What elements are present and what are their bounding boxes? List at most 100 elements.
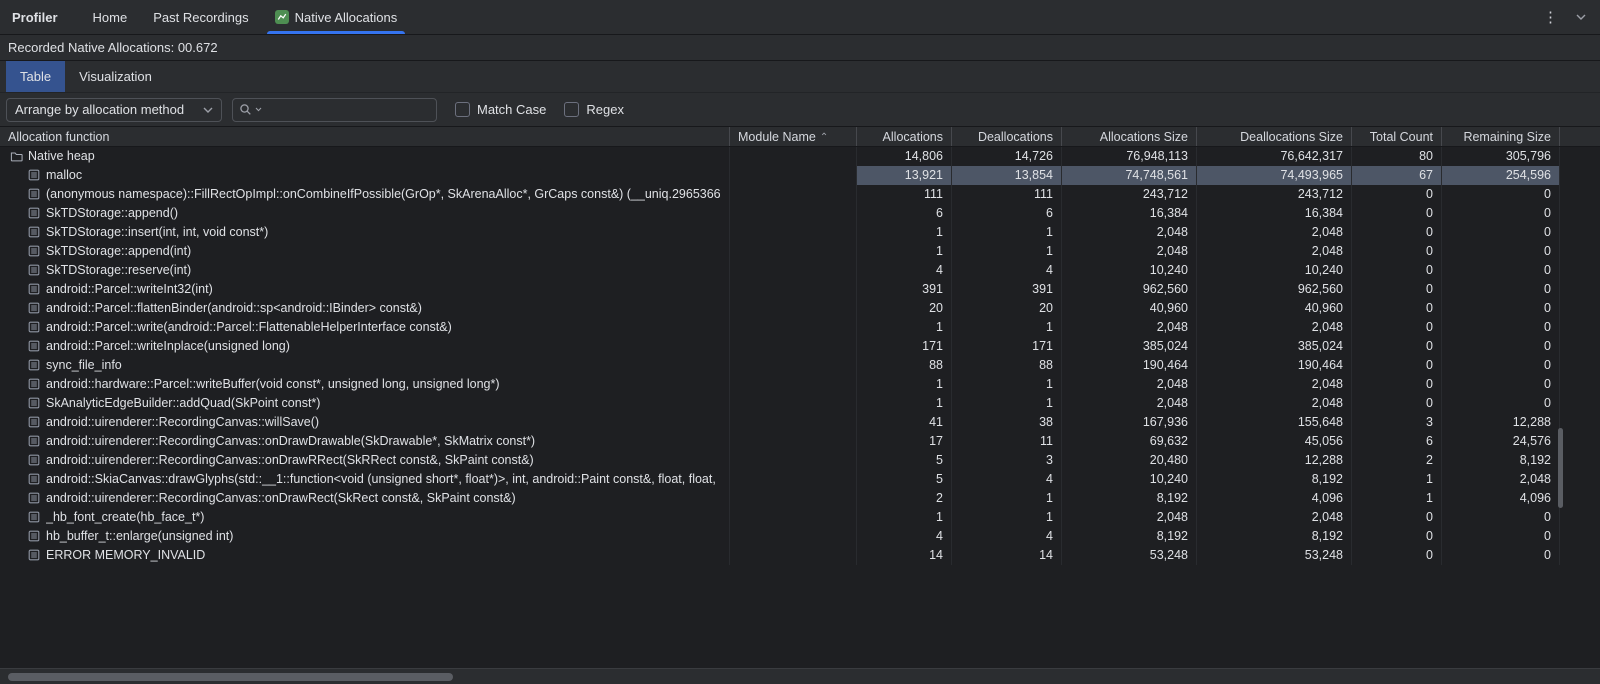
- horizontal-scrollbar-thumb[interactable]: [8, 673, 453, 681]
- table-row[interactable]: android::uirenderer::RecordingCanvas::on…: [0, 432, 1600, 451]
- search-field[interactable]: [232, 98, 437, 122]
- total-count-cell: 1: [1352, 470, 1442, 489]
- column-header-module-name[interactable]: Module Name⌃: [730, 127, 857, 146]
- table-row[interactable]: SkAnalyticEdgeBuilder::addQuad(SkPoint c…: [0, 394, 1600, 413]
- column-header-allocations-size[interactable]: Allocations Size: [1062, 127, 1197, 146]
- table-row[interactable]: (anonymous namespace)::FillRectOpImpl::o…: [0, 185, 1600, 204]
- deallocations-cell: 1: [952, 508, 1062, 527]
- top-tab-past-recordings[interactable]: Past Recordings: [140, 0, 261, 34]
- allocations-size-cell: 74,748,561: [1062, 166, 1197, 185]
- total-count-cell: 0: [1352, 223, 1442, 242]
- search-input[interactable]: [265, 102, 430, 117]
- column-header-total-count[interactable]: Total Count: [1352, 127, 1442, 146]
- allocations-cell: 2: [857, 489, 952, 508]
- table-row[interactable]: SkTDStorage::insert(int, int, void const…: [0, 223, 1600, 242]
- table-row[interactable]: android::Parcel::writeInt32(int)39139196…: [0, 280, 1600, 299]
- module-name-cell: [730, 261, 857, 280]
- arrange-by-dropdown[interactable]: Arrange by allocation method: [6, 98, 222, 122]
- recorded-status: Recorded Native Allocations: 00.672: [0, 35, 1600, 61]
- allocation-function-cell: android::Parcel::writeInt32(int): [0, 280, 730, 299]
- table-row[interactable]: android::uirenderer::RecordingCanvas::on…: [0, 489, 1600, 508]
- column-header-filler: [1560, 127, 1600, 146]
- total-count-cell: 3: [1352, 413, 1442, 432]
- vertical-scrollbar-thumb[interactable]: [1558, 428, 1563, 508]
- table-row[interactable]: SkTDStorage::append()6616,38416,38400: [0, 204, 1600, 223]
- table-row[interactable]: android::Parcel::write(android::Parcel::…: [0, 318, 1600, 337]
- remaining-size-cell: 4,096: [1442, 489, 1560, 508]
- allocations-size-cell: 2,048: [1062, 223, 1197, 242]
- column-header-label: Deallocations: [978, 130, 1053, 144]
- row-filler-cell: [1560, 223, 1600, 242]
- view-tab-visualization[interactable]: Visualization: [65, 61, 166, 92]
- total-count-cell: 0: [1352, 242, 1442, 261]
- remaining-size-cell: 0: [1442, 185, 1560, 204]
- module-name-cell: [730, 451, 857, 470]
- deallocations-size-cell: 76,642,317: [1197, 147, 1352, 166]
- table-row[interactable]: android::SkiaCanvas::drawGlyphs(std::__1…: [0, 470, 1600, 489]
- allocation-function-cell: android::Parcel::flattenBinder(android::…: [0, 299, 730, 318]
- table-row[interactable]: android::Parcel::writeInplace(unsigned l…: [0, 337, 1600, 356]
- module-name-cell: [730, 546, 857, 565]
- table-row[interactable]: Native heap14,80614,72676,948,11376,642,…: [0, 147, 1600, 166]
- module-name-cell: [730, 489, 857, 508]
- deallocations-cell: 11: [952, 432, 1062, 451]
- remaining-size-cell: 12,288: [1442, 413, 1560, 432]
- remaining-size-cell: 8,192: [1442, 451, 1560, 470]
- top-tab-native-allocations[interactable]: Native Allocations: [262, 0, 411, 34]
- allocations-size-cell: 20,480: [1062, 451, 1197, 470]
- table-row[interactable]: android::uirenderer::RecordingCanvas::on…: [0, 451, 1600, 470]
- view-tab-table[interactable]: Table: [6, 61, 65, 92]
- regex-checkbox[interactable]: Regex: [564, 102, 624, 117]
- table-row[interactable]: SkTDStorage::reserve(int)4410,24010,2400…: [0, 261, 1600, 280]
- remaining-size-cell: 0: [1442, 356, 1560, 375]
- allocation-function-cell: malloc: [0, 166, 730, 185]
- table-row[interactable]: android::Parcel::flattenBinder(android::…: [0, 299, 1600, 318]
- remaining-size-cell: 0: [1442, 318, 1560, 337]
- table-row[interactable]: SkTDStorage::append(int)112,0482,04800: [0, 242, 1600, 261]
- top-tab-home[interactable]: Home: [80, 0, 141, 34]
- more-options-icon[interactable]: ⋮: [1543, 10, 1558, 25]
- allocation-function-name: SkAnalyticEdgeBuilder::addQuad(SkPoint c…: [46, 394, 320, 413]
- column-header-remaining-size[interactable]: Remaining Size: [1442, 127, 1560, 146]
- deallocations-size-cell: 45,056: [1197, 432, 1352, 451]
- chevron-down-icon[interactable]: [1574, 10, 1588, 24]
- table-row[interactable]: malloc13,92113,85474,748,56174,493,96567…: [0, 166, 1600, 185]
- column-header-deallocations-size[interactable]: Deallocations Size: [1197, 127, 1352, 146]
- deallocations-cell: 4: [952, 527, 1062, 546]
- deallocations-size-cell: 2,048: [1197, 242, 1352, 261]
- deallocations-size-cell: 12,288: [1197, 451, 1352, 470]
- table-row[interactable]: _hb_font_create(hb_face_t*)112,0482,0480…: [0, 508, 1600, 527]
- allocation-function-cell: android::uirenderer::RecordingCanvas::on…: [0, 489, 730, 508]
- module-name-cell: [730, 147, 857, 166]
- native-allocations-task-icon: [275, 10, 289, 24]
- table-row[interactable]: ERROR MEMORY_INVALID141453,24853,24800: [0, 546, 1600, 565]
- match-case-checkbox[interactable]: Match Case: [455, 102, 546, 117]
- allocation-function-name: _hb_font_create(hb_face_t*): [46, 508, 204, 527]
- allocations-cell: 20: [857, 299, 952, 318]
- deallocations-size-cell: 16,384: [1197, 204, 1352, 223]
- horizontal-scrollbar[interactable]: [0, 668, 1600, 684]
- column-header-deallocations[interactable]: Deallocations: [952, 127, 1062, 146]
- table-row[interactable]: sync_file_info8888190,464190,46400: [0, 356, 1600, 375]
- match-case-label: Match Case: [477, 102, 546, 117]
- top-tab-label: Past Recordings: [153, 10, 248, 25]
- allocation-function-name: ERROR MEMORY_INVALID: [46, 546, 205, 565]
- allocations-cell: 5: [857, 470, 952, 489]
- allocation-function-cell: android::uirenderer::RecordingCanvas::wi…: [0, 413, 730, 432]
- allocations-cell: 13,921: [857, 166, 952, 185]
- allocation-function-cell: Native heap: [0, 147, 730, 166]
- row-filler-cell: [1560, 356, 1600, 375]
- deallocations-size-cell: 8,192: [1197, 470, 1352, 489]
- column-header-allocations[interactable]: Allocations: [857, 127, 952, 146]
- row-filler-cell: [1560, 337, 1600, 356]
- allocation-function-name: android::hardware::Parcel::writeBuffer(v…: [46, 375, 500, 394]
- table-row[interactable]: android::hardware::Parcel::writeBuffer(v…: [0, 375, 1600, 394]
- chevron-down-icon: [203, 107, 213, 113]
- column-header-allocation-function[interactable]: Allocation function: [0, 127, 730, 146]
- table-row[interactable]: hb_buffer_t::enlarge(unsigned int)448,19…: [0, 527, 1600, 546]
- allocation-function-icon: [28, 340, 41, 353]
- allocation-function-name: android::uirenderer::RecordingCanvas::on…: [46, 451, 534, 470]
- view-tab-label: Table: [20, 69, 51, 84]
- table-row[interactable]: android::uirenderer::RecordingCanvas::wi…: [0, 413, 1600, 432]
- row-filler-cell: [1560, 470, 1600, 489]
